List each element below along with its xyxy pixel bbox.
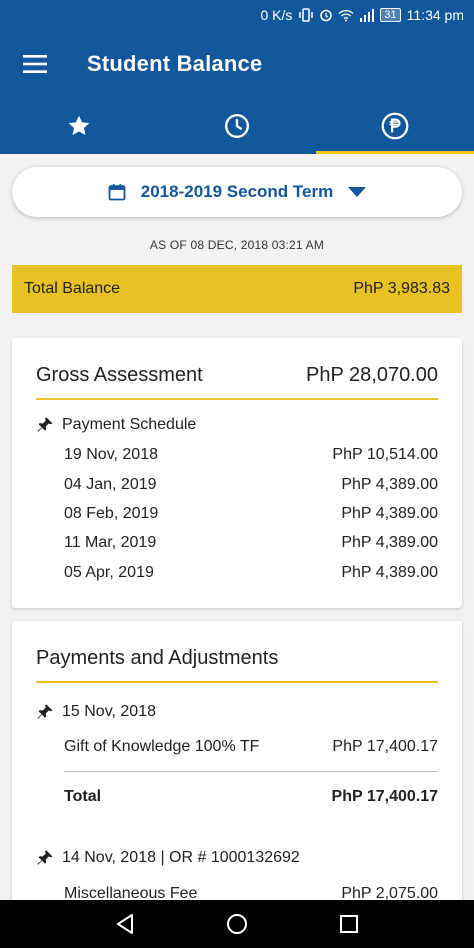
payments-card: Payments and Adjustments 15 Nov, 2018 Gi… — [12, 621, 462, 921]
schedule-amount: PhP 10,514.00 — [332, 446, 438, 463]
gross-assessment-title: Gross Assessment — [36, 364, 203, 386]
row-divider — [64, 771, 438, 772]
star-icon — [68, 115, 90, 136]
pin-icon — [37, 417, 53, 432]
schedule-date: 04 Jan, 2019 — [64, 476, 157, 493]
page-title: Student Balance — [87, 51, 263, 76]
home-icon[interactable] — [226, 913, 248, 935]
tab-balance[interactable] — [316, 98, 474, 154]
recents-icon[interactable] — [339, 914, 359, 934]
clock-icon — [224, 113, 250, 139]
wifi-icon — [338, 9, 354, 21]
schedule-row: 19 Nov, 2018 PhP 10,514.00 — [64, 446, 438, 464]
gross-assessment-card: Gross Assessment PhP 28,070.00 Payment S… — [12, 338, 462, 608]
status-bar: 0 K/s 31 11:34 pm — [0, 0, 474, 30]
total-balance-label: Total Balance — [24, 280, 121, 297]
term-label: 2018-2019 Second Term — [140, 182, 334, 201]
schedule-date: 11 Mar, 2019 — [64, 534, 157, 551]
app-bar: Student Balance — [0, 30, 474, 98]
pin-icon — [37, 850, 53, 865]
schedule-amount: PhP 4,389.00 — [341, 564, 438, 581]
calendar-icon — [108, 184, 126, 201]
schedule-row: 05 Apr, 2019 PhP 4,389.00 — [64, 564, 438, 582]
payment-schedule-header: Payment Schedule — [36, 416, 196, 434]
schedule-amount: PhP 4,389.00 — [341, 505, 438, 522]
tab-favorites[interactable] — [0, 98, 158, 154]
schedule-row: 08 Feb, 2019 PhP 4,389.00 — [64, 505, 438, 523]
network-speed: 0 K/s — [260, 7, 293, 23]
signal-icon — [360, 8, 375, 22]
hamburger-menu-icon — [23, 55, 47, 73]
payment-item-amount: PhP 17,400.17 — [332, 738, 438, 755]
pin-icon — [37, 704, 53, 719]
system-nav-bar — [0, 900, 474, 948]
back-icon[interactable] — [115, 913, 135, 935]
payment-group-header: 15 Nov, 2018 — [36, 703, 156, 721]
payment-group-date: 14 Nov, 2018 | OR # 1000132692 — [62, 849, 300, 866]
schedule-date: 19 Nov, 2018 — [64, 446, 158, 463]
tab-bar — [0, 98, 474, 154]
peso-icon — [381, 112, 409, 140]
payment-schedule-title: Payment Schedule — [62, 416, 197, 433]
schedule-date: 08 Feb, 2019 — [64, 505, 159, 522]
menu-button[interactable] — [10, 39, 60, 89]
header-underline — [36, 681, 438, 683]
as-of-timestamp: AS OF 08 DEC, 2018 03:21 AM — [149, 238, 325, 252]
tab-history[interactable] — [158, 98, 316, 154]
payment-total-amount: PhP 17,400.17 — [331, 788, 438, 805]
payments-title: Payments and Adjustments — [36, 647, 279, 669]
payment-total-label: Total — [64, 788, 102, 805]
clock-time: 11:34 pm — [406, 7, 464, 23]
total-balance-bar: Total Balance PhP 3,983.83 — [12, 265, 462, 313]
schedule-date: 05 Apr, 2019 — [64, 564, 154, 581]
payment-item-label: Gift of Knowledge 100% TF — [64, 738, 260, 755]
term-selector[interactable]: 2018-2019 Second Term — [12, 167, 462, 217]
gross-assessment-header: Gross Assessment PhP 28,070.00 — [36, 364, 438, 387]
schedule-row: 04 Jan, 2019 PhP 4,389.00 — [64, 476, 438, 494]
schedule-row: 11 Mar, 2019 PhP 4,389.00 — [64, 534, 438, 552]
payment-item-row: Gift of Knowledge 100% TF PhP 17,400.17 — [64, 738, 438, 756]
dropdown-arrow-icon — [348, 187, 367, 197]
schedule-amount: PhP 4,389.00 — [341, 534, 438, 551]
payment-total-row: Total PhP 17,400.17 — [64, 788, 438, 806]
alarm-icon — [320, 9, 333, 22]
schedule-amount: PhP 4,389.00 — [341, 476, 438, 493]
payments-header: Payments and Adjustments — [36, 647, 438, 670]
gross-assessment-amount: PhP 28,070.00 — [306, 364, 438, 386]
battery-level: 31 — [384, 9, 397, 21]
battery-icon: 31 — [380, 8, 401, 22]
payment-group-date: 15 Nov, 2018 — [62, 703, 156, 720]
header-underline — [36, 398, 438, 400]
vibrate-icon — [299, 8, 314, 22]
total-balance-amount: PhP 3,983.83 — [353, 280, 450, 297]
payment-group-header: 14 Nov, 2018 | OR # 1000132692 — [36, 849, 300, 867]
